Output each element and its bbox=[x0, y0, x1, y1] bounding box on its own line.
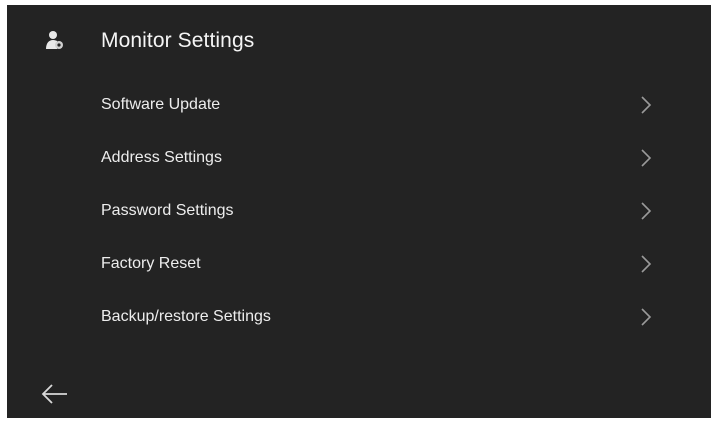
menu-item-factory-reset[interactable]: Factory Reset bbox=[85, 242, 685, 286]
menu-item-label: Password Settings bbox=[101, 202, 234, 219]
menu-item-address-settings[interactable]: Address Settings bbox=[85, 136, 685, 180]
menu-item-label: Address Settings bbox=[101, 149, 222, 166]
header: Monitor Settings bbox=[7, 5, 711, 77]
page-title: Monitor Settings bbox=[101, 29, 255, 52]
chevron-right-icon bbox=[639, 254, 653, 274]
menu-item-software-update[interactable]: Software Update bbox=[85, 83, 685, 127]
menu-item-password-settings[interactable]: Password Settings bbox=[85, 189, 685, 233]
back-arrow-icon bbox=[39, 384, 71, 411]
user-settings-icon bbox=[43, 29, 65, 51]
back-button[interactable] bbox=[39, 381, 71, 407]
menu-item-label: Backup/restore Settings bbox=[101, 308, 271, 325]
chevron-right-icon bbox=[639, 95, 653, 115]
chevron-right-icon bbox=[639, 201, 653, 221]
menu-item-label: Software Update bbox=[101, 96, 221, 113]
chevron-right-icon bbox=[639, 307, 653, 327]
menu-item-label: Factory Reset bbox=[101, 255, 201, 272]
chevron-right-icon bbox=[639, 148, 653, 168]
monitor-settings-screen: Monitor Settings Software Update Address… bbox=[7, 5, 711, 418]
menu-item-backup-restore[interactable]: Backup/restore Settings bbox=[85, 295, 685, 339]
